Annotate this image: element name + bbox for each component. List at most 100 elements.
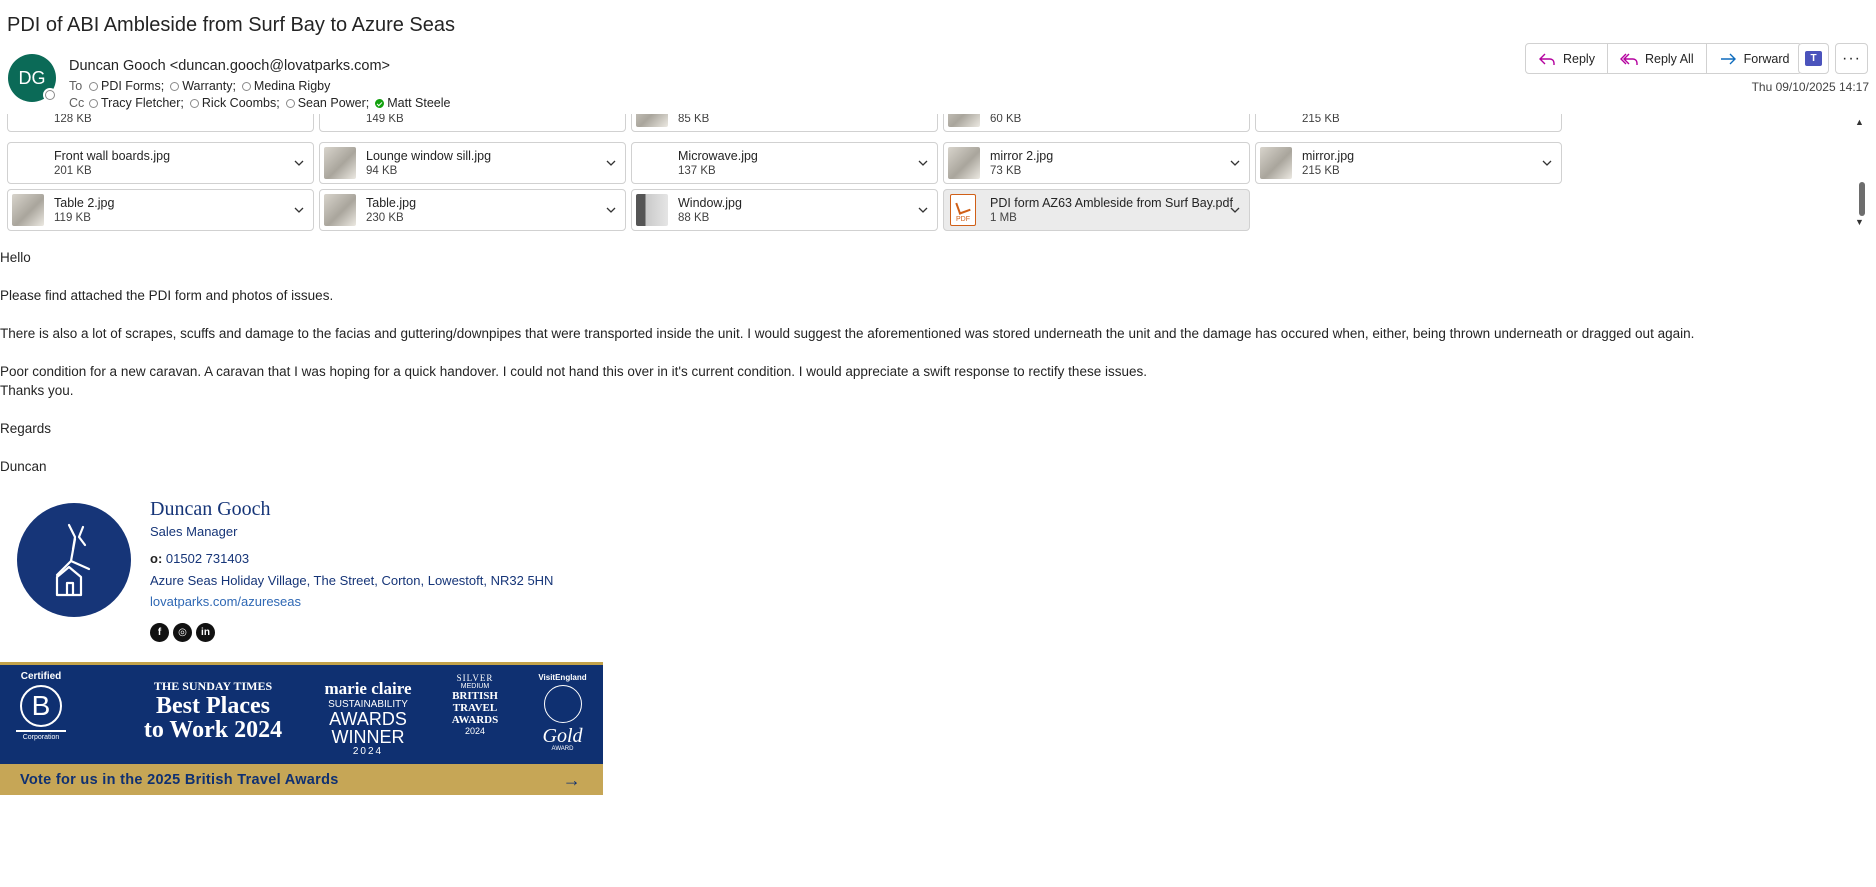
linkedin-icon[interactable]: in — [196, 623, 215, 642]
attachment-thumbnail — [1260, 147, 1292, 179]
attachment-card[interactable]: 85 KB — [631, 114, 938, 132]
attachment-card[interactable]: Table 2.jpg 119 KB — [7, 189, 314, 231]
british-travel-award: SILVER MEDIUM BRITISH TRAVEL AWARDS 2024 — [451, 673, 499, 736]
recipient[interactable]: Warranty; — [170, 79, 236, 93]
body-signoff: Duncan — [0, 459, 47, 474]
body-greeting: Hello — [0, 250, 31, 265]
attachment-thumbnail — [12, 194, 44, 226]
reply-all-button[interactable]: Reply All — [1607, 43, 1707, 74]
pdf-file-icon: PDF — [950, 194, 976, 226]
available-presence-icon — [375, 98, 385, 108]
reply-button[interactable]: Reply — [1525, 43, 1608, 74]
email-subject: PDI of ABI Ambleside from Surf Bay to Az… — [7, 14, 455, 36]
presence-dot-icon — [89, 98, 98, 108]
attachment-thumbnail — [324, 194, 356, 226]
signature-website-link[interactable]: lovatparks.com/azureseas — [150, 594, 301, 609]
presence-dot-icon — [241, 81, 251, 91]
presence-dot-icon — [285, 98, 295, 108]
arrow-right-icon: → — [562, 770, 581, 790]
attachment-card[interactable]: 215 KB — [1255, 114, 1562, 132]
chevron-down-icon[interactable] — [917, 204, 929, 216]
presence-dot-icon — [89, 81, 98, 91]
chevron-down-icon[interactable] — [293, 157, 305, 169]
azure-seas-logo — [17, 503, 131, 617]
signature-phone-line: o: 01502 731403 — [150, 551, 250, 566]
signature-title: Sales Manager — [150, 524, 238, 539]
attachment-thumbnail — [324, 147, 356, 179]
cc-recipients: Cc Tracy Fletcher; Rick Coombs; Sean Pow… — [69, 96, 453, 110]
signature-address: Azure Seas Holiday Village, The Street, … — [150, 573, 554, 588]
attachment-thumbnail — [948, 114, 980, 127]
attachments-well: 128 KB 149 KB 85 KB 60 KB 215 KB Front w… — [0, 114, 1876, 232]
chevron-down-icon[interactable] — [605, 157, 617, 169]
chevron-down-icon[interactable] — [1229, 157, 1241, 169]
visit-england-award: VisitEngland Gold AWARD — [538, 673, 587, 752]
presence-dot-icon — [189, 98, 199, 108]
to-label: To — [69, 79, 83, 93]
attachment-card[interactable]: mirror 2.jpg 73 KB — [943, 142, 1250, 184]
attachment-card[interactable]: 149 KB — [319, 114, 626, 132]
attachment-card[interactable]: 60 KB — [943, 114, 1250, 132]
chevron-down-icon[interactable] — [1541, 157, 1553, 169]
more-actions-button[interactable]: ··· — [1835, 43, 1868, 74]
sender-name[interactable]: Duncan Gooch <duncan.gooch@lovatparks.co… — [69, 58, 390, 74]
teams-icon: T — [1805, 51, 1822, 66]
chevron-down-icon[interactable] — [605, 204, 617, 216]
recipient[interactable]: PDI Forms; — [89, 79, 164, 93]
attachment-card[interactable]: Table.jpg 230 KB — [319, 189, 626, 231]
body-regards: Regards — [0, 421, 52, 436]
cc-label: Cc — [69, 96, 85, 110]
scroll-down-arrow-icon[interactable]: ▼ — [1855, 217, 1864, 227]
chevron-down-icon[interactable] — [1229, 114, 1241, 117]
recipient[interactable]: Medina Rigby — [241, 79, 330, 93]
signature-name: Duncan Gooch — [150, 498, 271, 520]
attachment-card[interactable]: mirror.jpg 215 KB — [1255, 142, 1562, 184]
social-links: f ◎ in — [150, 623, 215, 642]
body-paragraph: Please find attached the PDI form and ph… — [0, 288, 334, 303]
vote-banner-link[interactable]: Vote for us in the 2025 British Travel A… — [0, 764, 603, 795]
more-icon: ··· — [1842, 49, 1861, 67]
rose-icon — [543, 685, 582, 723]
marie-claire-award: marie claire SUSTAINABILITY AWARDS WINNE… — [324, 679, 412, 757]
received-date: Thu 09/10/2025 14:17 — [1751, 80, 1869, 94]
attachment-card[interactable]: Microwave.jpg 137 KB — [631, 142, 938, 184]
stag-logo-icon — [55, 523, 91, 597]
forward-icon — [1720, 53, 1736, 64]
recipient[interactable]: Tracy Fletcher; — [89, 96, 184, 110]
reply-icon — [1539, 53, 1555, 65]
b-corp-icon: B — [20, 685, 62, 727]
presence-indicator — [43, 88, 57, 102]
chevron-down-icon[interactable] — [1229, 204, 1241, 216]
message-actions: Reply Reply All Forward — [1525, 43, 1803, 74]
body-paragraph: Thanks you. — [0, 383, 74, 398]
presence-dot-icon — [170, 81, 180, 91]
chevron-down-icon[interactable] — [917, 114, 929, 117]
reply-all-icon — [1619, 53, 1638, 65]
to-recipients: To PDI Forms; Warranty; Medina Rigby — [69, 79, 332, 93]
b-corp-badge: Certified B Corporation — [16, 671, 66, 741]
teams-button[interactable]: T — [1798, 43, 1829, 74]
chevron-down-icon[interactable] — [917, 157, 929, 169]
attachment-thumbnail — [636, 194, 668, 226]
attachment-card-selected[interactable]: PDF PDI form AZ63 Ambleside from Surf Ba… — [943, 189, 1250, 231]
attachments-scrollbar-thumb[interactable] — [1859, 182, 1865, 216]
chevron-down-icon[interactable] — [293, 204, 305, 216]
attachment-card[interactable]: Lounge window sill.jpg 94 KB — [319, 142, 626, 184]
forward-button[interactable]: Forward — [1706, 43, 1803, 74]
recipient[interactable]: Rick Coombs; — [189, 96, 280, 110]
attachment-card[interactable]: Front wall boards.jpg 201 KB — [7, 142, 314, 184]
chevron-down-icon[interactable] — [293, 114, 305, 117]
signature-phone[interactable]: 01502 731403 — [166, 551, 249, 566]
body-paragraph: There is also a lot of scrapes, scuffs a… — [0, 326, 1695, 341]
attachment-card[interactable]: Window.jpg 88 KB — [631, 189, 938, 231]
recipient[interactable]: Matt Steele — [375, 96, 451, 110]
attachment-thumbnail — [636, 114, 668, 127]
scroll-up-arrow-icon[interactable]: ▲ — [1855, 117, 1864, 127]
recipient[interactable]: Sean Power; — [285, 96, 369, 110]
chevron-down-icon[interactable] — [1541, 114, 1553, 117]
facebook-icon[interactable]: f — [150, 623, 169, 642]
chevron-down-icon[interactable] — [605, 114, 617, 117]
body-paragraph: Poor condition for a new caravan. A cara… — [0, 364, 1147, 379]
instagram-icon[interactable]: ◎ — [173, 623, 192, 642]
attachment-card[interactable]: 128 KB — [7, 114, 314, 132]
